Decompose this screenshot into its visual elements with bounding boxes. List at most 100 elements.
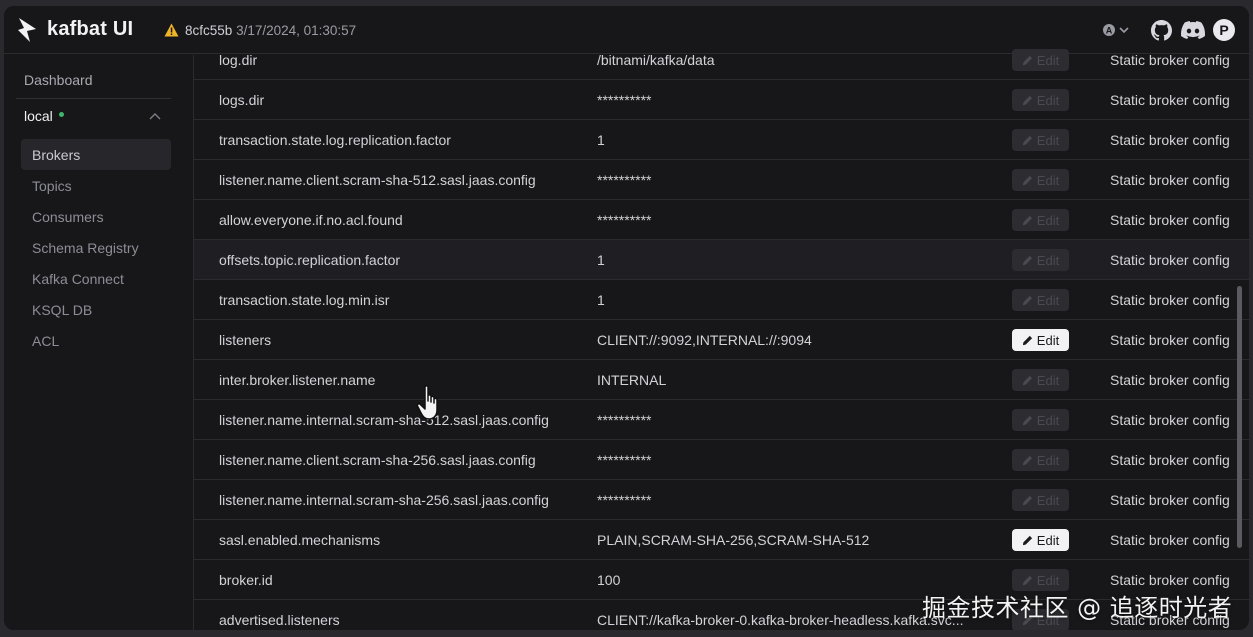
edit-label: Edit	[1036, 92, 1060, 108]
sidebar-item-acl[interactable]: ACL	[21, 325, 171, 356]
config-source: Static broker config	[1110, 372, 1230, 388]
edit-button[interactable]: Edit	[1012, 489, 1069, 511]
edit-button[interactable]: Edit	[1012, 89, 1069, 111]
edit-button[interactable]: Edit	[1012, 169, 1069, 191]
sidebar: Dashboard local Brokers Topics Consumers…	[4, 55, 193, 630]
version-sha[interactable]: 8cfc55b	[185, 23, 232, 38]
edit-button[interactable]: Edit	[1012, 209, 1069, 231]
config-value: 1	[597, 252, 605, 268]
sidebar-item-brokers[interactable]: Brokers	[21, 139, 171, 170]
edit-button[interactable]: Edit	[1012, 449, 1069, 471]
sidebar-item-schema-registry[interactable]: Schema Registry	[21, 232, 171, 263]
cluster-menu: Brokers Topics Consumers Schema Registry…	[21, 139, 171, 356]
brand-title[interactable]: kafbat UI	[47, 18, 133, 41]
scrollbar-thumb[interactable]	[1237, 286, 1242, 548]
config-key: listener.name.client.scram-sha-512.sasl.…	[219, 172, 536, 188]
edit-label: Edit	[1036, 412, 1060, 428]
edit-button[interactable]: Edit	[1012, 289, 1069, 311]
config-source: Static broker config	[1110, 412, 1230, 428]
avatar-letter: P	[1219, 22, 1229, 38]
version-date: 3/17/2024, 01:30:57	[236, 23, 357, 38]
app-window: kafbat UI 8cfc55b 3/17/2024, 01:30:57 A	[4, 6, 1249, 630]
edit-label: Edit	[1036, 332, 1060, 348]
discord-link[interactable]	[1180, 19, 1206, 41]
config-key: listener.name.internal.scram-sha-256.sas…	[219, 492, 549, 508]
pencil-icon	[1022, 375, 1032, 385]
user-avatar[interactable]: P	[1213, 19, 1235, 41]
pencil-icon	[1022, 335, 1032, 345]
watermark-text: 掘金技术社区 @ 追逐时光者	[922, 594, 1233, 622]
config-source: Static broker config	[1110, 332, 1230, 348]
edit-button[interactable]: Edit	[1012, 409, 1069, 431]
config-source: Static broker config	[1110, 52, 1230, 68]
chevron-up-icon[interactable]	[149, 112, 161, 120]
config-key: transaction.state.log.min.isr	[219, 292, 390, 308]
edit-button[interactable]: Edit	[1012, 369, 1069, 391]
kafbat-logo-icon[interactable]	[16, 17, 38, 43]
config-value: **********	[597, 92, 652, 108]
table-row: log.dir/bitnami/kafka/data Edit Static bro…	[194, 40, 1249, 80]
config-source: Static broker config	[1110, 292, 1230, 308]
pencil-icon	[1022, 55, 1032, 65]
table-row: listener.name.client.scram-sha-256.sasl.…	[194, 440, 1249, 480]
config-value: PLAIN,SCRAM-SHA-256,SCRAM-SHA-512	[597, 532, 870, 548]
theme-switcher[interactable]: A	[1100, 19, 1132, 41]
edit-button[interactable]: Edit	[1012, 329, 1069, 351]
broker-config-table: log.dir/bitnami/kafka/data Edit Static bro…	[193, 49, 1249, 630]
warning-icon	[164, 23, 179, 37]
table-row: listeners CLIENT://:9092,INTERNAL://:9094…	[194, 320, 1249, 360]
table-row: sasl.enabled.mechanisms PLAIN,SCRAM-SHA-2…	[194, 520, 1249, 560]
config-value: CLIENT://:9092,INTERNAL://:9094	[597, 332, 812, 348]
svg-text:A: A	[1106, 26, 1113, 36]
config-value: **********	[597, 492, 652, 508]
config-value: INTERNAL	[597, 372, 667, 388]
config-key: listeners	[219, 332, 272, 348]
config-value: **********	[597, 212, 652, 228]
config-key: inter.broker.listener.name	[219, 372, 376, 388]
config-source: Static broker config	[1110, 492, 1230, 508]
edit-button[interactable]: Edit	[1012, 49, 1069, 71]
edit-label: Edit	[1036, 172, 1060, 188]
sidebar-item-consumers[interactable]: Consumers	[21, 201, 171, 232]
edit-button[interactable]: Edit	[1012, 249, 1069, 271]
version-info: 8cfc55b 3/17/2024, 01:30:57	[185, 23, 356, 38]
config-key: advertised.listeners	[219, 612, 340, 628]
pencil-icon	[1022, 455, 1032, 465]
table-row: allow.everyone.if.no.acl.found **********…	[194, 200, 1249, 240]
config-key: log.dir	[219, 52, 258, 68]
config-source: Static broker config	[1110, 132, 1230, 148]
config-source: Static broker config	[1110, 92, 1230, 108]
config-source: Static broker config	[1110, 172, 1230, 188]
pencil-icon	[1022, 575, 1032, 585]
edit-button[interactable]: Edit	[1012, 129, 1069, 151]
table-row: inter.broker.listener.name INTERNAL Edit St…	[194, 360, 1249, 400]
config-value: **********	[597, 412, 652, 428]
github-link[interactable]	[1150, 19, 1172, 41]
config-value: **********	[597, 172, 652, 188]
config-source: Static broker config	[1110, 452, 1230, 468]
edit-label: Edit	[1036, 52, 1060, 68]
pencil-icon	[1022, 175, 1032, 185]
sidebar-item-kafka-connect[interactable]: Kafka Connect	[21, 263, 171, 294]
nav-dashboard[interactable]: Dashboard	[24, 72, 93, 88]
config-source: Static broker config	[1110, 252, 1230, 268]
table-row: transaction.state.log.min.isr 1 Edit Static…	[194, 280, 1249, 320]
edit-button[interactable]: Edit	[1012, 529, 1069, 551]
config-key: allow.everyone.if.no.acl.found	[219, 212, 403, 228]
discord-icon	[1181, 21, 1205, 39]
pencil-icon	[1022, 95, 1032, 105]
config-source: Static broker config	[1110, 212, 1230, 228]
github-icon	[1150, 19, 1172, 40]
edit-label: Edit	[1036, 212, 1060, 228]
table-row: logs.dir ********** Edit Static broker conf…	[194, 80, 1249, 120]
pencil-icon	[1022, 415, 1032, 425]
cluster-local[interactable]: local	[24, 108, 64, 124]
config-key: listener.name.internal.scram-sha-512.sas…	[219, 412, 549, 428]
sidebar-item-ksql-db[interactable]: KSQL DB	[21, 294, 171, 325]
sidebar-item-topics[interactable]: Topics	[21, 170, 171, 201]
pencil-icon	[1022, 535, 1032, 545]
table-row: listener.name.client.scram-sha-512.sasl.…	[194, 160, 1249, 200]
cluster-name: local	[24, 108, 53, 124]
config-key: broker.id	[219, 572, 273, 588]
pencil-icon	[1022, 295, 1032, 305]
